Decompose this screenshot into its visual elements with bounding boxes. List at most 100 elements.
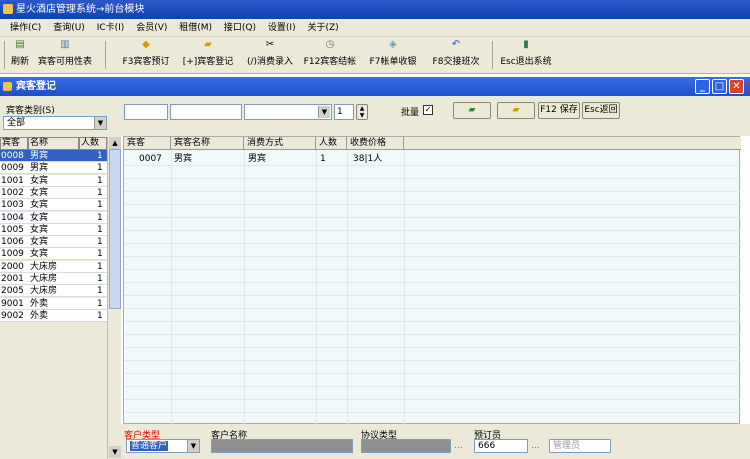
reserve-button[interactable]: ◆ F3宾客预订 [118,39,174,72]
guest-name: 女宾 [30,237,49,248]
list-item[interactable]: 1006 女宾 1 [0,236,107,249]
category-label: 宾客类别(S) [6,106,55,116]
menu-item-member[interactable]: 会员(V) [136,23,167,33]
grid-header-count[interactable]: 人数 [316,137,347,150]
list-item[interactable]: 0009 男宾 1 [0,162,107,175]
grid-column-line [347,150,348,425]
list-item[interactable]: 1005 女宾 1 [0,223,107,236]
left-header-count[interactable]: 人数 [79,137,107,150]
save-button[interactable]: F12 保存 [538,102,580,119]
left-scrollbar[interactable]: ▲ ▼ [107,137,121,459]
guest-name: 男宾 [30,163,49,174]
guest-count: 1 [97,200,103,211]
list-item[interactable]: 1003 女宾 1 [0,199,107,212]
minimize-button[interactable]: _ [695,79,710,94]
chevron-down-icon[interactable]: ▼ [318,106,330,118]
reserve-icon: ◆ [142,39,150,50]
left-header-code[interactable]: 宾客 [0,137,28,150]
guest-code: 1003 [1,200,24,211]
guest-name: 女宾 [30,175,49,186]
guest-code: 1005 [1,224,24,235]
list-item[interactable]: 1009 女宾 1 [0,248,107,261]
grid-line [124,243,741,244]
checkout-button[interactable]: ◷ F12宾客结帐 [301,39,359,72]
menu-item-operate[interactable]: 操作(C) [10,23,41,33]
guest-name: 大床房 [30,286,58,297]
menu-item-rent[interactable]: 租借(M) [179,23,212,33]
register-button[interactable]: ▰ [+]宾客登记 [180,39,236,72]
quantity-stepper[interactable]: ▲ ▼ [356,104,368,120]
guest-count: 1 [97,310,103,321]
booker-ellipsis-button[interactable]: ... [531,441,540,451]
menu-item-ic-card[interactable]: IC卡(I) [97,23,125,33]
grid-line [124,256,741,257]
guest-name: 女宾 [30,200,49,211]
bill-cashier-button[interactable]: ◈ F7帐单收银 [364,39,422,72]
scroll-down-icon[interactable]: ▼ [109,446,121,458]
menu-item-query[interactable]: 查询(U) [53,23,85,33]
consumption-entry-button[interactable]: ✂ (/)消费录入 [242,39,298,72]
agreement-ellipsis-button[interactable]: ... [454,441,463,451]
close-button[interactable]: ✕ [729,79,744,94]
guest-count: 1 [97,163,103,174]
guest-count: 1 [97,237,103,248]
category-select[interactable]: 全部 ▼ [3,116,107,130]
open-folder-button[interactable]: ▰ [497,102,535,119]
list-item[interactable]: 1001 女宾 1 [0,174,107,187]
list-item[interactable]: 2001 大床房 1 [0,273,107,285]
list-item[interactable]: 9001 外卖 1 [0,297,107,310]
grid-header-name[interactable]: 宾客名称 [171,137,244,150]
list-item[interactable]: 2000 大床房 1 [0,260,107,273]
grid-column-line [404,150,405,425]
menu-item-interface[interactable]: 接口(Q) [224,23,256,33]
list-item[interactable]: 0008 男宾 1 [0,150,107,162]
guest-code-input[interactable] [124,104,168,120]
guest-count: 1 [97,224,103,235]
chevron-down-icon[interactable]: ▼ [187,440,199,452]
back-button[interactable]: Esc返回 [582,102,620,119]
guest-name: 女宾 [30,187,49,198]
menu-item-about[interactable]: 关于(Z) [307,23,338,33]
customer-type-select[interactable]: 普通客户 ▼ [126,439,200,453]
menu-item-settings[interactable]: 设置(I) [268,23,296,33]
toolbar-separator [492,41,493,69]
refresh-button[interactable]: ▤ 刷新 [8,39,32,72]
guest-count: 1 [97,187,103,198]
shift-handover-button[interactable]: ↶ F8交接班次 [427,39,485,72]
maximize-button[interactable]: □ [712,79,727,94]
guest-count: 1 [97,249,103,260]
quantity-input[interactable]: 1 [334,104,354,120]
toolbar-separator [4,41,5,69]
guest-count: 1 [97,212,103,223]
grid-header-price[interactable]: 收费价格 [347,137,404,150]
availability-table-button[interactable]: ▥ 宾客可用性表 [34,39,96,72]
exit-system-button[interactable]: ▮ Esc退出系统 [496,39,556,72]
list-item[interactable]: 1004 女宾 1 [0,211,107,224]
booker-field[interactable]: 666 [474,439,528,453]
import-button[interactable]: ▰ [453,102,491,119]
scroll-thumb[interactable] [109,149,121,309]
grid-cell-method: 男宾 [248,154,267,164]
list-item[interactable]: 2005 大床房 1 [0,285,107,298]
guest-code: 9002 [1,310,24,321]
batch-checkbox[interactable]: ✓ [423,105,433,115]
guest-count: 1 [97,151,103,161]
chevron-down-icon[interactable]: ▼ [94,117,106,129]
customer-name-field [211,439,353,453]
grid-line [124,191,741,192]
guest-code: 1004 [1,212,24,223]
grid-line [124,347,741,348]
left-header-name[interactable]: 名称 [28,137,79,150]
grid-header-method[interactable]: 消费方式 [244,137,316,150]
grid-line [124,308,741,309]
grid-cell-count: 1 [320,154,326,164]
consumption-method-select[interactable]: ▼ [244,104,332,120]
list-item[interactable]: 1002 女宾 1 [0,186,107,199]
guest-name-input[interactable] [170,104,242,120]
manager-field[interactable]: 管理员 [549,439,611,453]
window-titlebar: 宾客登记 _ □ ✕ [0,77,750,96]
list-item[interactable]: 9002 外卖 1 [0,309,107,322]
toolbar: ▤ 刷新 ▥ 宾客可用性表 ◆ F3宾客预订 ▰ [+]宾客登记 ✂ (/)消费… [0,37,750,74]
grid-header-guest[interactable]: 宾客 [124,137,171,150]
scroll-up-icon[interactable]: ▲ [109,137,121,149]
